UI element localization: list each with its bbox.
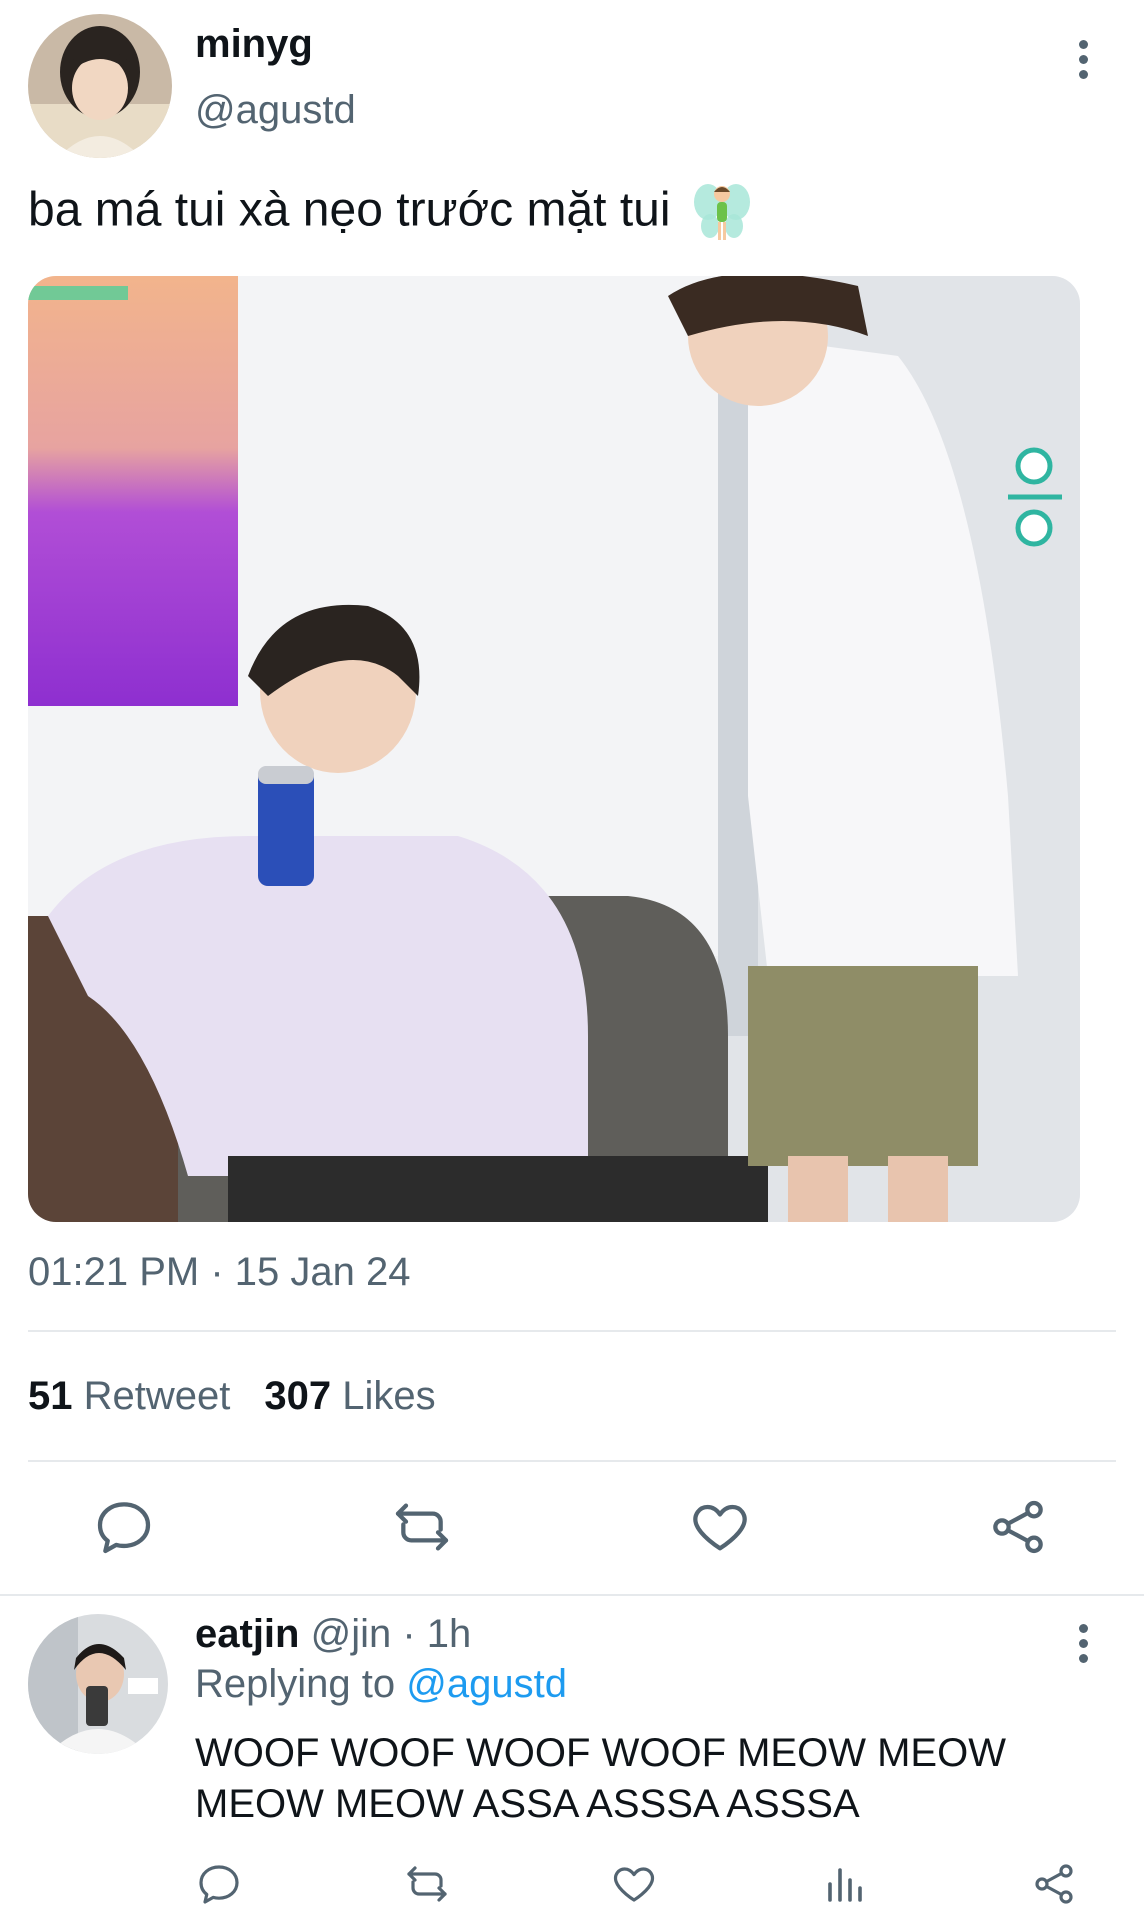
author-display-name[interactable]: minyg (195, 22, 313, 67)
reply-icon[interactable] (92, 1495, 156, 1559)
author-avatar[interactable] (28, 14, 172, 158)
reply-author-avatar[interactable] (28, 1614, 168, 1754)
reply-text-line: MEOW MEOW ASSA ASSSA ASSSA (195, 1782, 860, 1826)
fairy-emoji-icon (692, 180, 752, 246)
divider (28, 1330, 1116, 1332)
more-options-icon[interactable] (1060, 36, 1106, 82)
reply-share-icon[interactable] (1030, 1860, 1078, 1908)
reply-header: eatjin @jin · 1h (195, 1612, 471, 1657)
likes-label: Likes (342, 1374, 436, 1418)
tweet-media-photo[interactable] (28, 276, 1080, 1222)
tweet-timestamp[interactable]: 01:21 PM · 15 Jan 24 (28, 1250, 410, 1295)
tweet-stats: 51 Retweet 307 Likes (28, 1374, 436, 1419)
tweet-text: ba má tui xà nẹo trước mặt tui (28, 180, 752, 246)
reply-text: WOOF WOOF WOOF WOOF MEOW MEOW MEOW MEOW … (195, 1728, 1095, 1830)
likes-stat[interactable]: 307 Likes (264, 1374, 435, 1418)
reply-display-name[interactable]: eatjin (195, 1612, 299, 1656)
analytics-icon[interactable] (820, 1860, 868, 1908)
retweet-stat[interactable]: 51 Retweet (28, 1374, 230, 1418)
section-divider (0, 1594, 1144, 1596)
likes-count: 307 (264, 1374, 332, 1418)
reply-more-options-icon[interactable] (1060, 1620, 1106, 1666)
reply-handle-time[interactable]: @jin · 1h (311, 1612, 472, 1656)
replying-to-link[interactable]: @agustd (406, 1662, 567, 1706)
reply-text-line: WOOF WOOF WOOF WOOF MEOW MEOW (195, 1731, 1006, 1775)
reply-retweet-icon[interactable] (403, 1860, 451, 1908)
retweet-label: Retweet (83, 1374, 231, 1418)
replying-to: Replying to @agustd (195, 1662, 567, 1707)
tweet-text-content: ba má tui xà nẹo trước mặt tui (28, 183, 671, 237)
share-icon[interactable] (986, 1495, 1050, 1559)
replying-label: Replying to (195, 1662, 396, 1706)
divider (28, 1460, 1116, 1462)
author-handle[interactable]: @agustd (195, 88, 356, 133)
like-icon[interactable] (688, 1495, 752, 1559)
reply-reply-icon[interactable] (195, 1860, 243, 1908)
retweet-icon[interactable] (390, 1495, 454, 1559)
retweet-count: 51 (28, 1374, 73, 1418)
reply-like-icon[interactable] (610, 1860, 658, 1908)
